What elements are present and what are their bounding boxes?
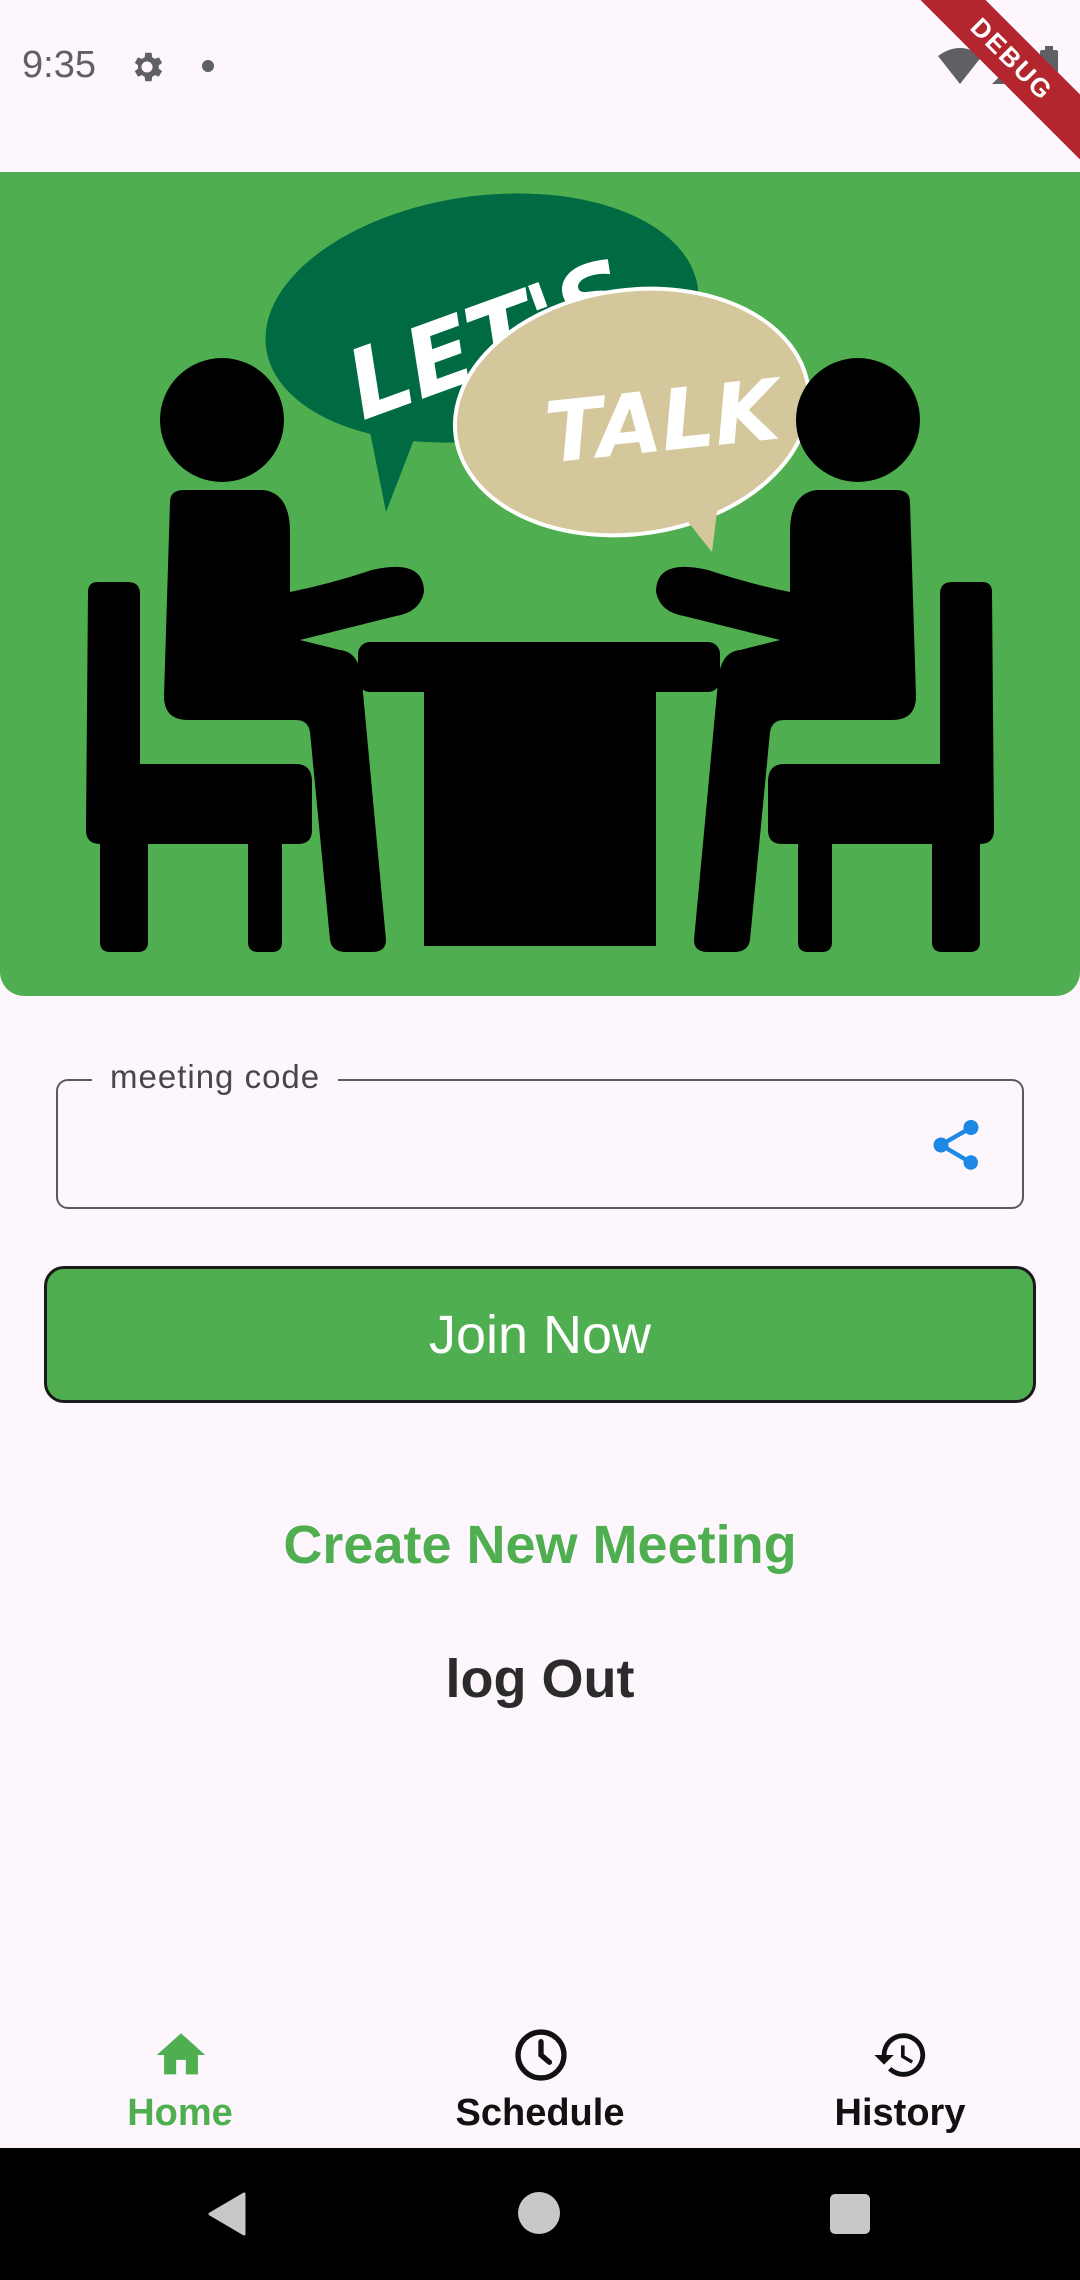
clock-icon xyxy=(515,2029,567,2081)
gear-icon xyxy=(134,52,163,82)
back-icon[interactable] xyxy=(206,2192,246,2236)
meeting-code-input[interactable] xyxy=(88,1111,948,1177)
nav-item-history[interactable]: History xyxy=(720,2000,1080,2148)
home-circle-icon[interactable] xyxy=(518,2192,560,2234)
create-new-meeting-button[interactable]: Create New Meeting xyxy=(0,1514,1080,1576)
nav-label-history: History xyxy=(834,2092,966,2134)
nav-label-home: Home xyxy=(127,2092,233,2134)
app-screen: 9:35 DEBUG LET'S TALK meeting code Join … xyxy=(0,0,1080,2280)
bottom-navigation: Home Schedule History xyxy=(0,2000,1080,2148)
meeting-code-label: meeting code xyxy=(92,1058,339,1096)
notification-dot-icon xyxy=(202,60,214,72)
home-icon xyxy=(156,2033,206,2075)
status-bar: 9:35 DEBUG xyxy=(0,0,1080,168)
join-now-button[interactable]: Join Now xyxy=(44,1266,1036,1403)
share-icon[interactable] xyxy=(926,1115,986,1175)
nav-item-schedule[interactable]: Schedule xyxy=(360,2000,720,2148)
status-time: 9:35 xyxy=(22,44,96,86)
recents-icon[interactable] xyxy=(830,2194,870,2234)
logout-button[interactable]: log Out xyxy=(0,1648,1080,1710)
system-navigation-bar xyxy=(0,2148,1080,2280)
table xyxy=(358,642,720,946)
hero-illustration: LET'S TALK xyxy=(0,172,1080,996)
nav-item-home[interactable]: Home xyxy=(0,2000,360,2148)
meeting-code-field[interactable] xyxy=(56,1079,1024,1209)
history-icon xyxy=(874,2033,926,2077)
nav-label-schedule: Schedule xyxy=(455,2092,625,2134)
